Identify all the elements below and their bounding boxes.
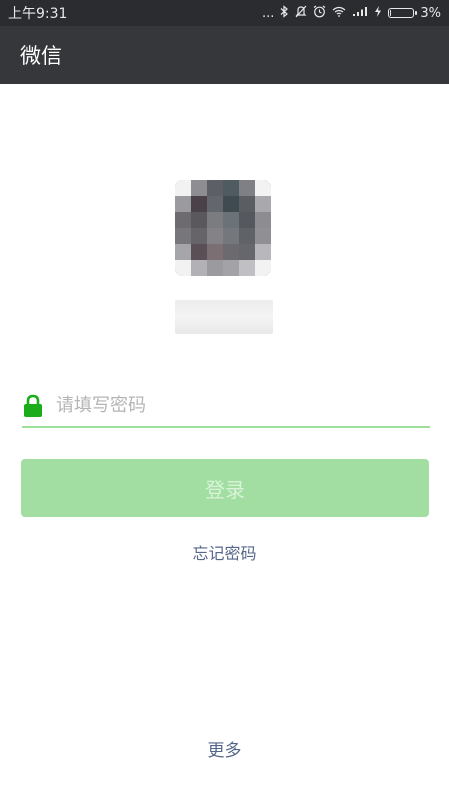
signal-icon	[352, 6, 368, 20]
login-button[interactable]: 登录	[21, 459, 429, 517]
more-dots: ...	[261, 5, 275, 21]
forgot-password-link[interactable]: 忘记密码	[0, 540, 449, 564]
alarm-icon	[313, 5, 326, 21]
battery-level	[390, 10, 392, 16]
status-time: 上午9:31	[8, 6, 68, 22]
mute-icon	[295, 5, 307, 21]
app-bar: 微信	[0, 26, 449, 84]
avatar	[175, 180, 271, 276]
username-blurred	[175, 300, 273, 334]
battery-percent: 3%	[420, 5, 441, 21]
status-bar: 上午9:31 ... 3%	[0, 0, 449, 26]
wifi-icon	[332, 6, 346, 20]
password-row	[22, 385, 430, 428]
more-link[interactable]: 更多	[0, 736, 449, 761]
wechat-login-screen: 上午9:31 ... 3% 微信 登录 忘记密码 更多	[0, 0, 449, 800]
charging-icon	[374, 5, 382, 21]
app-title: 微信	[20, 44, 62, 68]
battery-icon	[388, 8, 418, 18]
lock-icon	[24, 394, 42, 417]
password-input[interactable]	[56, 395, 376, 416]
bluetooth-icon	[280, 5, 289, 21]
status-icons: ... 3%	[262, 5, 441, 21]
